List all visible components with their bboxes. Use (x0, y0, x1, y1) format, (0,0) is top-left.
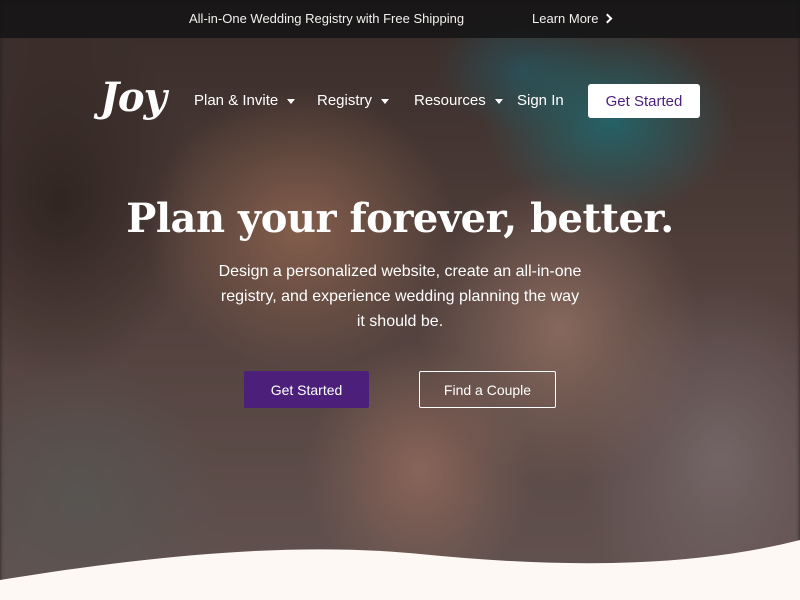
nav-registry[interactable]: Registry (317, 92, 390, 109)
hero-subhead: Design a personalized website, create an… (218, 263, 582, 330)
announcement-bar: All-in-One Wedding Registry with Free Sh… (0, 0, 800, 38)
nav-resources[interactable]: Resources (414, 92, 503, 109)
joy-logo[interactable]: Joy (100, 74, 167, 121)
nav-plan-invite[interactable]: Plan & Invite (194, 92, 296, 109)
chevron-right-icon (603, 13, 613, 24)
caret-down-icon (494, 98, 503, 104)
landing-page: All-in-One Wedding Registry with Free Sh… (0, 0, 800, 600)
caret-down-icon (381, 98, 390, 104)
nav-get-started-button[interactable]: Get Started (588, 84, 700, 118)
learn-more-link[interactable]: Learn More (532, 11, 613, 26)
nav-plan-invite-label: Plan & Invite (194, 92, 279, 109)
nav-sign-in-label: Sign In (517, 92, 564, 109)
nav-sign-in[interactable]: Sign In (517, 92, 564, 109)
caret-down-icon (287, 98, 296, 104)
hero-get-started-button[interactable]: Get Started (244, 371, 369, 408)
learn-more-label: Learn More (532, 11, 599, 26)
find-a-couple-button[interactable]: Find a Couple (419, 371, 556, 408)
hero-headline: Plan your forever, better. (126, 195, 674, 242)
nav-registry-label: Registry (317, 92, 373, 109)
announcement-text: All-in-One Wedding Registry with Free Sh… (189, 11, 465, 26)
bottom-wave-divider (0, 540, 800, 600)
nav-resources-label: Resources (414, 92, 486, 109)
